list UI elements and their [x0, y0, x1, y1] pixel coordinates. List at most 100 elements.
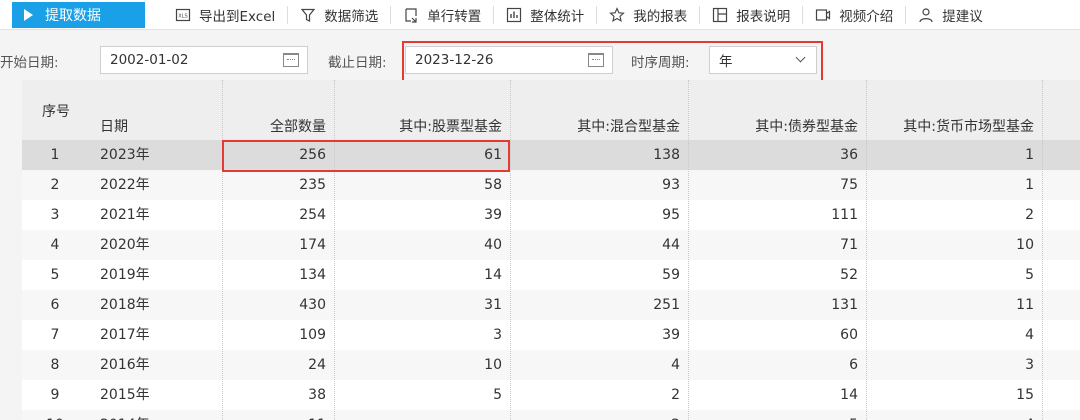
- stock-fund-cell: 14: [484, 267, 502, 283]
- extract-data-label: 提取数据: [45, 7, 101, 24]
- stock-fund-cell: 40: [484, 237, 502, 253]
- row-index: 8: [50, 357, 60, 373]
- mixed-fund-cell: 138: [653, 147, 680, 163]
- start-date-field[interactable]: 2002-01-02: [100, 46, 308, 74]
- suggestion-label: 提建议: [942, 8, 983, 25]
- bond-fund-cell: 75: [840, 177, 858, 193]
- start-date-label: 开始日期:: [0, 55, 59, 71]
- mixed-fund-cell: 59: [662, 267, 680, 283]
- mixed-fund-cell: 44: [662, 237, 680, 253]
- filter-icon: [300, 7, 316, 23]
- date-cell: 2017年: [100, 327, 150, 343]
- date-cell: 2014年: [100, 415, 210, 420]
- date-cell: 2016年: [100, 357, 150, 373]
- my-reports-button[interactable]: 我的报表: [597, 0, 699, 30]
- end-date-label: 截止日期:: [328, 55, 387, 71]
- mixed-fund-cell: 251: [653, 297, 680, 313]
- toolbar: 提取数据 XLS 导出到Excel 数据筛选 单行转置 整体统计 我的报表 报表…: [0, 0, 1080, 30]
- row-index: 6: [50, 297, 60, 313]
- bond-fund-cell: 36: [840, 147, 858, 163]
- date-cell: 2022年: [100, 177, 150, 193]
- column-header[interactable]: 其中:货币市场型基金: [866, 117, 1034, 137]
- stock-fund-cell: 58: [484, 177, 502, 193]
- video-intro-button[interactable]: 视频介绍: [803, 0, 905, 30]
- highlight-box: [402, 41, 823, 83]
- bond-fund-cell: 60: [840, 327, 858, 343]
- filter-bar: 开始日期: 2002-01-02 截止日期: 2023-12-26 时序周期: …: [0, 30, 1080, 83]
- date-cell: 2020年: [100, 237, 150, 253]
- my-reports-label: 我的报表: [633, 8, 688, 25]
- column-header[interactable]: 其中:混合型基金: [510, 117, 680, 137]
- mixed-fund-cell: 4: [671, 357, 680, 373]
- star-icon: [609, 6, 626, 23]
- total-cell: 254: [299, 207, 326, 223]
- money-market-cell: 5: [1025, 267, 1034, 283]
- money-market-cell: 4: [866, 415, 1034, 420]
- money-market-cell: 1: [1025, 177, 1034, 193]
- stock-fund-cell: 31: [484, 297, 502, 313]
- column-header[interactable]: 其中:债券型基金: [688, 117, 858, 137]
- column-divider: [1042, 80, 1043, 420]
- video-icon: [815, 7, 831, 23]
- mixed-fund-cell: 2: [671, 387, 680, 403]
- money-market-cell: 15: [1016, 387, 1034, 403]
- bond-fund-cell: 52: [840, 267, 858, 283]
- money-market-cell: 2: [1025, 207, 1034, 223]
- money-market-cell: 4: [1025, 327, 1034, 343]
- row-index: 2: [50, 177, 60, 193]
- extract-data-button[interactable]: 提取数据: [12, 1, 145, 28]
- play-icon: [24, 8, 33, 21]
- export-excel-button[interactable]: XLS 导出到Excel: [163, 0, 287, 30]
- mixed-fund-cell: 95: [662, 207, 680, 223]
- date-cell: 2019年: [100, 267, 150, 283]
- total-cell: 134: [299, 267, 326, 283]
- total-cell: 11: [222, 415, 326, 420]
- export-excel-label: 导出到Excel: [199, 8, 276, 25]
- total-cell: 109: [299, 327, 326, 343]
- money-market-cell: 1: [1025, 147, 1034, 163]
- overall-stats-label: 整体统计: [530, 8, 585, 25]
- date-cell: 2015年: [100, 387, 150, 403]
- suggestion-button[interactable]: 提建议: [906, 0, 995, 30]
- bond-fund-cell: 111: [831, 207, 858, 223]
- bond-fund-cell: 71: [840, 237, 858, 253]
- row-index: 9: [50, 387, 60, 403]
- money-market-cell: 10: [1016, 237, 1034, 253]
- row-index: 7: [50, 327, 60, 343]
- calendar-icon[interactable]: [283, 53, 299, 67]
- overall-stats-button[interactable]: 整体统计: [494, 0, 596, 30]
- transpose-label: 单行转置: [427, 8, 482, 25]
- bond-fund-cell: 5: [688, 415, 858, 420]
- total-cell: 430: [299, 297, 326, 313]
- row-index: 4: [50, 237, 60, 253]
- bond-fund-cell: 6: [849, 357, 858, 373]
- mixed-fund-cell: 2: [510, 415, 680, 420]
- video-intro-label: 视频介绍: [839, 8, 894, 25]
- total-cell: 38: [308, 387, 326, 403]
- column-header[interactable]: 序号: [42, 102, 70, 122]
- doc-icon: [712, 7, 728, 23]
- column-header[interactable]: 日期: [100, 117, 128, 137]
- stats-icon: [506, 7, 522, 23]
- row-index: 3: [50, 207, 60, 223]
- report-description-label: 报表说明: [736, 8, 791, 25]
- column-header[interactable]: 其中:股票型基金: [334, 117, 502, 137]
- total-cell: 24: [308, 357, 326, 373]
- row-index: 10: [22, 415, 88, 420]
- data-filter-button[interactable]: 数据筛选: [288, 0, 390, 30]
- column-header[interactable]: 全部数量: [222, 117, 326, 137]
- highlight-box: [222, 140, 510, 172]
- row-index: 1: [50, 147, 60, 163]
- report-description-button[interactable]: 报表说明: [700, 0, 802, 30]
- transpose-icon: [403, 7, 419, 23]
- date-cell: 2023年: [100, 147, 150, 163]
- mixed-fund-cell: 93: [662, 177, 680, 193]
- money-market-cell: 11: [1016, 297, 1034, 313]
- stock-fund-cell: 3: [493, 327, 502, 343]
- stock-fund-cell: 5: [493, 387, 502, 403]
- bond-fund-cell: 131: [831, 297, 858, 313]
- excel-icon: XLS: [175, 7, 191, 23]
- stock-fund-cell: 39: [484, 207, 502, 223]
- transpose-button[interactable]: 单行转置: [391, 0, 493, 30]
- total-cell: 174: [299, 237, 326, 253]
